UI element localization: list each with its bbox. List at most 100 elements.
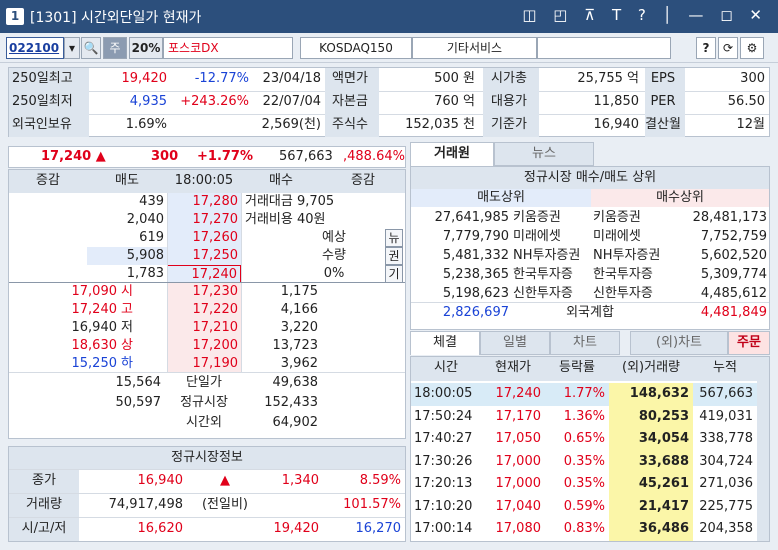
summary-l4: PER <box>645 91 685 114</box>
tick-volume: 21,417 <box>609 495 693 519</box>
buy-top-header: 매수상위 <box>591 189 769 207</box>
buy-qty: 4,485,612 <box>700 286 767 301</box>
buy-broker: NH투자증권 <box>593 248 661 263</box>
side-button[interactable]: 기 <box>385 265 403 283</box>
side-button[interactable]: 권 <box>385 247 403 265</box>
sector-label: 기타서비스 <box>412 37 537 59</box>
quote-line: 17,240 ▲ 300 +1.77% 567,663 ,488.64% <box>8 146 406 168</box>
foreign-label: 외국계합 <box>566 305 614 320</box>
price-change: 300 <box>151 149 179 164</box>
code-dropdown-icon[interactable]: ▾ <box>64 37 80 59</box>
regular-c <box>263 494 323 517</box>
orderbook: 증감 매도 18:00:05 매수 증감 439 17,280 2,040 17,270 619 1… <box>8 169 406 439</box>
current-price: 17,240 ▲ <box>41 149 106 164</box>
row-divider <box>9 493 405 494</box>
tick-price: 17,080 <box>495 521 542 536</box>
side-button[interactable]: 뉴 <box>385 229 403 247</box>
summary-l2: 자본금 <box>325 91 379 114</box>
orderbook-header: 매수 <box>241 170 321 193</box>
search-icon[interactable]: 🔍 <box>81 37 101 59</box>
tick-price: 17,170 <box>495 408 542 424</box>
bid-price: 17,210 <box>167 319 241 337</box>
tick-price: 17,050 <box>495 431 542 446</box>
summary-v3: 16,940 <box>593 117 640 132</box>
margin-ratio: 20% <box>129 37 163 59</box>
summary-l2: 주식수 <box>325 114 379 137</box>
settings-icon[interactable]: ⚙ <box>740 37 764 59</box>
tick-table: 시간 현재가 등락률 (외)거래량 누적 18:00:05 17,240 1.77% 148,6… <box>410 356 770 542</box>
bid-qty: 4,166 <box>280 302 318 317</box>
ask-price: 17,250 <box>167 247 241 265</box>
total-bid: 49,638 <box>272 375 319 390</box>
total-ask <box>69 413 165 433</box>
total-ask: 50,597 <box>115 395 162 410</box>
summary-p1 <box>171 114 253 137</box>
tab-4[interactable]: 주문 <box>728 331 770 355</box>
ask-qty: 5,908 <box>87 247 167 265</box>
summary-v2: 152,035 천 <box>405 117 475 132</box>
summary-v2: 500 원 <box>434 71 475 86</box>
orderbook-header: 18:00:05 <box>167 170 241 193</box>
row-divider <box>9 517 405 518</box>
bid-qty: 3,220 <box>280 320 318 335</box>
trade-amount: 거래대금 9,705 <box>245 194 335 209</box>
sell-broker: 한국투자증 <box>513 267 573 282</box>
tick-time: 18:00:05 <box>411 383 481 406</box>
regular-b: (전일비) <box>201 497 249 512</box>
tab-brokers[interactable]: 거래원 <box>410 142 494 166</box>
summary-v4: 300 <box>740 71 765 86</box>
tab-3[interactable]: (외)차트 <box>630 331 728 355</box>
summary-v3: 25,755 억 <box>577 71 639 86</box>
summary-v1: 19,420 <box>121 71 168 86</box>
bid-price: 17,190 <box>167 355 241 373</box>
summary-l4: EPS <box>645 68 685 91</box>
ask-qty: 439 <box>87 193 167 211</box>
scrollbar[interactable] <box>757 357 769 541</box>
ask-qty: 2,040 <box>87 211 167 229</box>
regular-b: ▲ <box>220 473 230 488</box>
regular-title: 정규시장정보 <box>9 447 405 469</box>
ju-button[interactable]: 주 <box>103 37 127 59</box>
buy-broker: 키움증권 <box>593 210 641 225</box>
tick-time: 17:10:20 <box>414 498 473 514</box>
summary-p1: +243.26% <box>180 94 249 109</box>
orderbook-header: 매도 <box>87 170 167 193</box>
summary-v4: 12월 <box>736 117 765 132</box>
refresh-icon[interactable]: ⟳ <box>718 37 738 59</box>
tick-volume: 33,688 <box>609 450 693 474</box>
help-button[interactable]: ? <box>696 37 716 59</box>
tab-0[interactable]: 체결 <box>410 331 480 355</box>
tick-rate: 0.59% <box>563 498 605 514</box>
tick-header: (외)거래량 <box>609 357 693 381</box>
regular-b <box>187 518 263 541</box>
buy-qty: 7,752,759 <box>700 229 767 244</box>
total-label: 정규시장 <box>180 395 228 410</box>
tick-price: 17,040 <box>495 498 542 514</box>
sell-broker: 미래에셋 <box>513 229 561 244</box>
tab-news[interactable]: 뉴스 <box>494 142 594 166</box>
total-label: 단일가 <box>186 375 222 390</box>
tick-cumulative: 304,724 <box>699 453 753 469</box>
tick-header: 현재가 <box>481 357 545 381</box>
summary-l1: 250일최고 <box>9 68 89 91</box>
sell-broker: NH투자증권 <box>513 248 581 263</box>
total-bid: 64,902 <box>272 415 319 430</box>
tick-volume: 80,253 <box>609 405 693 429</box>
trade-cost: 거래비용 40원 <box>245 212 326 227</box>
buy-broker: 신한투자증 <box>593 286 653 301</box>
ask-price: 17,270 <box>167 211 241 229</box>
bid-price: 17,200 <box>167 337 241 355</box>
info-label: 저 <box>121 320 133 335</box>
tab-1[interactable]: 일별 <box>480 331 550 355</box>
stock-name: 포스코DX <box>163 37 293 59</box>
foreign-buy: 4,481,849 <box>700 305 767 320</box>
tick-time: 17:00:14 <box>414 521 473 536</box>
window-controls[interactable]: ◫ ◰ ⊼ T ? │ — ◻ ✕ <box>522 6 768 24</box>
stock-code-input[interactable]: 022100 <box>6 37 64 59</box>
tab-2[interactable]: 차트 <box>550 331 620 355</box>
tick-header: 누적 <box>693 357 757 381</box>
tick-cumulative: 271,036 <box>699 476 753 491</box>
volume-value: 567,663 <box>279 149 333 164</box>
col-divider <box>167 193 168 373</box>
summary-v3: 11,850 <box>593 94 640 109</box>
